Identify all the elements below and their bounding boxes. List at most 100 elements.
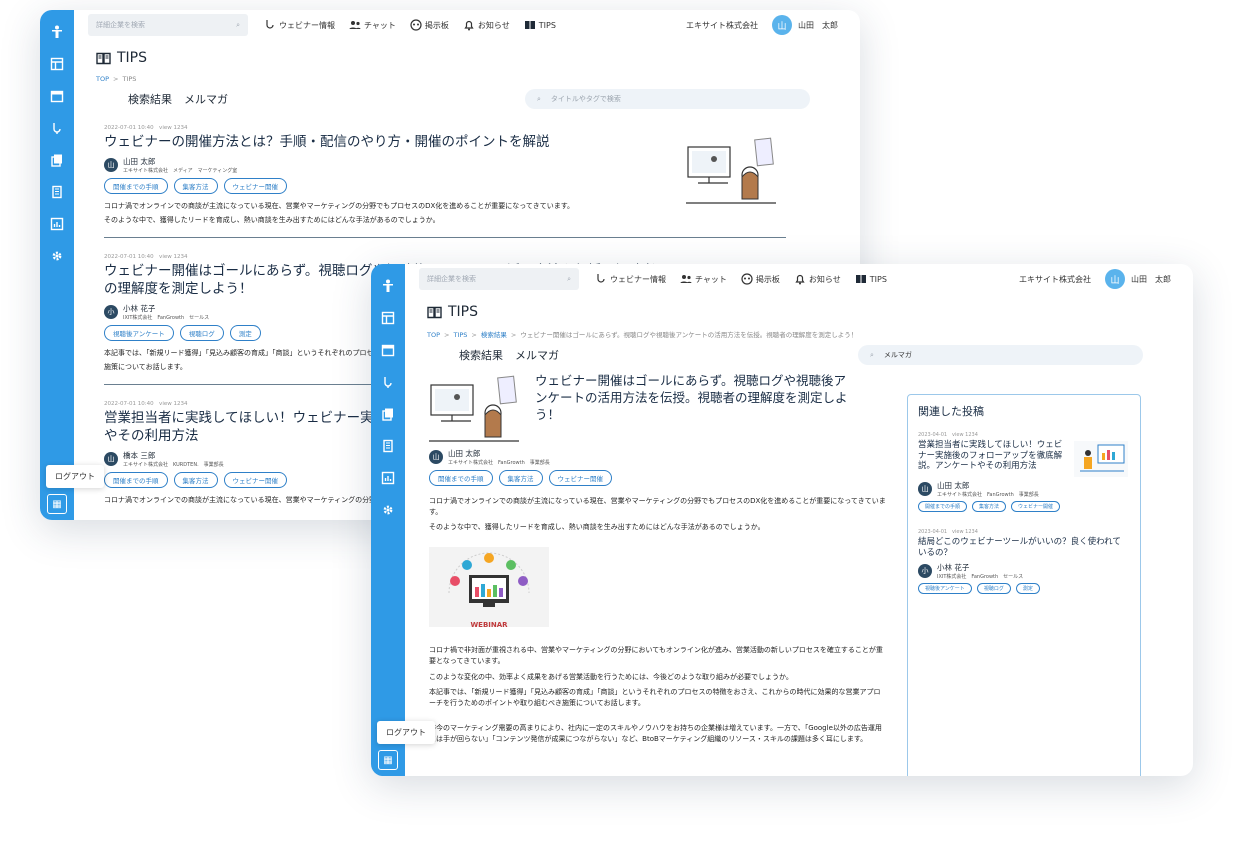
nav-notice[interactable]: お知らせ bbox=[794, 273, 841, 285]
related-item[interactable]: 2023-04-01 view 1234 結局どこのウェビナーツールがいいの？良… bbox=[918, 528, 1130, 595]
tag[interactable]: 集客方法 bbox=[498, 469, 543, 486]
nav-label: 掲示板 bbox=[424, 20, 449, 30]
copy-icon[interactable] bbox=[47, 150, 67, 170]
tab-search-results[interactable]: 検索結果 bbox=[459, 347, 503, 363]
office-icon[interactable]: ▦ bbox=[378, 750, 398, 770]
tag[interactable]: ウェビナー開催 bbox=[223, 472, 287, 489]
tab-mailmag[interactable]: メルマガ bbox=[184, 91, 228, 107]
nav-chat[interactable]: チャット bbox=[349, 19, 396, 31]
tag[interactable]: ウェビナー開催 bbox=[223, 178, 287, 195]
tag[interactable]: 集客方法 bbox=[173, 178, 218, 195]
tag[interactable]: 視聴ログ bbox=[179, 325, 224, 342]
copy-icon[interactable] bbox=[378, 404, 398, 424]
microphone-icon bbox=[597, 274, 605, 283]
tag[interactable]: 視聴後アンケート bbox=[918, 583, 972, 595]
divider bbox=[104, 236, 786, 238]
article-card[interactable]: 2022-07-01 10:40 view 1234 ウェビナーの開催方法とは？… bbox=[96, 123, 786, 238]
layout-icon[interactable] bbox=[47, 54, 67, 74]
webinar-illustration bbox=[429, 375, 519, 442]
avatar: 小 bbox=[104, 305, 118, 320]
tag[interactable]: 測定 bbox=[1015, 583, 1040, 595]
nav-label: チャット bbox=[364, 20, 396, 30]
user-menu[interactable]: 山 山田 太郎 bbox=[1105, 269, 1171, 289]
layout-icon[interactable] bbox=[378, 308, 398, 328]
tips-search-input[interactable]: ⌕ タイトルやタグで検索 bbox=[525, 89, 810, 109]
tag[interactable]: 視聴後アンケート bbox=[104, 325, 174, 342]
person-icon[interactable] bbox=[378, 276, 398, 296]
microphone-icon[interactable] bbox=[378, 372, 398, 392]
calendar-icon[interactable] bbox=[378, 340, 398, 360]
company-name: エキサイト株式会社 bbox=[686, 20, 758, 30]
nav-webinar[interactable]: ウェビナー情報 bbox=[264, 19, 335, 31]
author-name: 小林 花子 bbox=[937, 563, 970, 573]
logout-button[interactable]: ログアウト bbox=[46, 465, 104, 488]
tag[interactable]: 開催までの手順 bbox=[429, 469, 493, 486]
office-icon[interactable]: ▦ bbox=[47, 494, 67, 514]
nav-notice[interactable]: お知らせ bbox=[463, 19, 510, 31]
sidebar: ▦ bbox=[40, 10, 74, 520]
breadcrumb-top[interactable]: TOP bbox=[427, 331, 440, 339]
presentation-illustration bbox=[1074, 441, 1128, 477]
nav-label: TIPS bbox=[538, 20, 556, 30]
book-icon bbox=[427, 306, 442, 318]
tips-search-input[interactable]: ⌕ メルマガ bbox=[858, 345, 1143, 365]
nav-board[interactable]: 掲示板 bbox=[410, 19, 449, 31]
breadcrumb-tips[interactable]: TIPS bbox=[453, 331, 467, 339]
tag[interactable]: 開催までの手順 bbox=[918, 500, 968, 512]
microphone-icon[interactable] bbox=[47, 118, 67, 138]
nav-tips[interactable]: TIPS bbox=[524, 19, 556, 31]
tag[interactable]: 視聴ログ bbox=[976, 583, 1011, 595]
company-search-input[interactable]: 詳細企業を検索 ⌕ bbox=[419, 268, 579, 290]
tag[interactable]: 開催までの手順 bbox=[104, 472, 168, 489]
nav-chat[interactable]: チャット bbox=[680, 273, 727, 285]
breadcrumb-top[interactable]: TOP bbox=[96, 75, 109, 83]
body-paragraph: そのような中で、獲得したリードを育成し、熱い商談を生み出すためにはどんな手法があ… bbox=[429, 523, 765, 531]
related-item-title[interactable]: 結局どこのウェビナーツールがいいの？良く使われているの？ bbox=[918, 537, 1123, 558]
company-search-input[interactable]: 詳細企業を検索 ⌕ bbox=[88, 14, 248, 36]
tab-search-results[interactable]: 検索結果 bbox=[128, 91, 172, 107]
author-org: IXIT株式会社 FanGrowth セールス bbox=[937, 574, 1024, 581]
nav-label: 掲示板 bbox=[755, 274, 780, 284]
body-paragraph: コロナ禍で非対面が重視される中、営業やマーケティングの分野においてもオンライン化… bbox=[429, 646, 883, 666]
building-icon[interactable] bbox=[47, 182, 67, 202]
tab-row: 検索結果 メルマガ ⌕ タイトルやタグで検索 bbox=[96, 89, 810, 109]
nav-tips[interactable]: TIPS bbox=[855, 273, 887, 285]
gear-icon[interactable] bbox=[47, 246, 67, 266]
related-posts-panel: 関連した投稿 2023-04-01 view 1234 営業担当者に実践してほし… bbox=[907, 394, 1141, 776]
related-item-title[interactable]: 営業担当者に実践してほしい！ウェビナー実施後のフォローアップを徹底解説。アンケー… bbox=[918, 440, 1068, 472]
user-menu[interactable]: 山 山田 太郎 bbox=[772, 15, 838, 35]
page-title: TIPS bbox=[96, 50, 810, 66]
tag[interactable]: 開催までの手順 bbox=[104, 178, 168, 195]
building-icon[interactable] bbox=[378, 436, 398, 456]
tag[interactable]: 集客方法 bbox=[972, 500, 1007, 512]
tag[interactable]: ウェビナー開催 bbox=[548, 469, 612, 486]
breadcrumb: TOP > TIPS > 検索結果 > ウェビナー開催はゴールにあらず。視聴ログや視聴後アン… bbox=[427, 331, 858, 339]
book-icon bbox=[524, 21, 535, 29]
nav-board[interactable]: 掲示板 bbox=[741, 273, 780, 285]
search-placeholder: 詳細企業を検索 bbox=[427, 275, 476, 283]
nav-webinar[interactable]: ウェビナー情報 bbox=[595, 273, 666, 285]
chart-icon[interactable] bbox=[378, 468, 398, 488]
tag[interactable]: ウェビナー開催 bbox=[1011, 500, 1061, 512]
excerpt-line: コロナ渦でオンラインでの商談が主流になっている現在、営業やマーケティングの分野で… bbox=[104, 202, 575, 211]
body-paragraph: このような変化の中、効率よく成果をあげる営業活動を行うためには、今後どのような取… bbox=[429, 672, 793, 681]
nav-label: チャット bbox=[695, 274, 727, 284]
person-icon[interactable] bbox=[47, 22, 67, 42]
board-icon bbox=[741, 273, 753, 285]
author-name: 小林 花子 bbox=[123, 304, 156, 314]
tag[interactable]: 集客方法 bbox=[173, 472, 218, 489]
tag[interactable]: 測定 bbox=[229, 325, 261, 342]
chart-icon[interactable] bbox=[47, 214, 67, 234]
breadcrumb-results[interactable]: 検索結果 bbox=[481, 331, 507, 339]
sidebar: ▦ bbox=[371, 264, 405, 776]
article-title[interactable]: ウェビナーの開催方法とは？手順・配信のやり方・開催のポイントを解説 bbox=[104, 133, 664, 151]
user-name: 山田 太郎 bbox=[1131, 274, 1171, 284]
tab-mailmag[interactable]: メルマガ bbox=[515, 347, 559, 363]
body-paragraph: コロナ渦でオンラインでの商談が主流になっている現在、営業やマーケティングの分野で… bbox=[429, 496, 886, 516]
related-title: 関連した投稿 bbox=[918, 405, 984, 418]
calendar-icon[interactable] bbox=[47, 86, 67, 106]
logout-button[interactable]: ログアウト bbox=[377, 721, 435, 744]
gear-icon[interactable] bbox=[378, 500, 398, 520]
search-placeholder: 詳細企業を検索 bbox=[96, 21, 145, 29]
related-item[interactable]: 2023-04-01 view 1234 営業担当者に実践してほしい！ウェビナー… bbox=[918, 431, 1130, 512]
